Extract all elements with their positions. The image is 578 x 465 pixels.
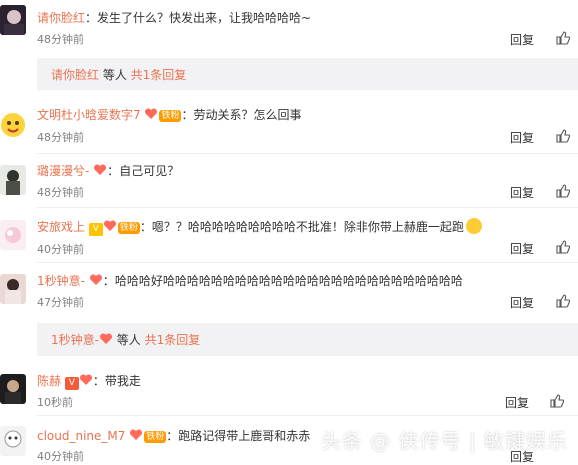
comment-text-line: 安旅戏上 V 铁粉 ：嗯？？哈哈哈哈哈哈哈哈哈不批准！除非你带上赫鹿一起跑 [37,218,482,236]
like-icon[interactable] [556,129,570,143]
comment-item: 文明杜小晗爱数字7 铁粉 ：劳动关系？怎么回事 48分钟前 回复 [0,102,578,152]
fan-heart-icon [103,220,116,231]
subreply-summary: 请你脸红 等人 共1条回复 [51,66,186,83]
timestamp: 10秒前 [37,396,73,409]
subreply-summary: 1秒钟意- 等人 共1条回复 [51,331,200,348]
fan-badge: 铁粉 [159,110,182,122]
avatar[interactable] [0,5,26,35]
vip-icon: V [88,223,103,236]
avatar[interactable] [0,110,26,140]
timestamp: 48分钟前 [37,131,84,144]
avatar[interactable] [0,220,26,250]
like-icon[interactable] [556,294,570,308]
username[interactable]: 安旅戏上 [37,220,85,234]
avatar[interactable] [0,426,26,456]
avatar[interactable] [0,274,26,304]
like-icon[interactable] [556,184,570,198]
comment-item: 璐漫漫兮- ：自己可见？ 48分钟前 回复 [0,158,578,208]
username[interactable]: 文明杜小晗爱数字7 [37,108,141,122]
comment-item: 陈赫 V ：带我走 10秒前 回复 [0,368,578,412]
vip-icon: V [64,377,79,390]
comment-text: 跑路记得带上鹿哥和赤赤 [178,429,311,443]
username[interactable]: 璐漫漫兮- [37,164,89,178]
watermark: 头条 @ 侠传号 | 敏键娱乐 [320,429,568,453]
username[interactable]: 1秒钟意- [37,274,85,288]
subreply-mid: 等人 [112,333,145,347]
avatar[interactable] [0,374,26,404]
reply-button[interactable]: 回复 [510,184,534,201]
fan-heart-icon [89,274,102,285]
comment-text: 发生了什么？快发出来，让我哈哈哈哈~ [97,11,312,25]
fan-heart-icon [79,374,92,385]
comment-item: 安旅戏上 V 铁粉 ：嗯？？哈哈哈哈哈哈哈哈哈不批准！除非你带上赫鹿一起跑 40分钟… [0,213,578,263]
fan-heart-icon [94,164,107,175]
avatar[interactable] [0,165,26,195]
subreply-username[interactable]: 1秒钟意- [51,333,99,347]
fan-badge: 铁粉 [144,431,167,443]
reply-button[interactable]: 回复 [510,294,534,311]
emoji-icon [465,218,482,234]
comment-text: 自己可见？ [119,164,180,178]
fan-badge: 铁粉 [117,222,140,234]
subreply-box[interactable]: 请你脸红 等人 共1条回复 [37,58,578,90]
comment-text: 嗯？？哈哈哈哈哈哈哈哈哈不批准！除非你带上赫鹿一起跑 [151,220,464,234]
comment-text-line: cloud_nine_M7 铁粉 ：跑路记得带上鹿哥和赤赤 [37,429,311,443]
username[interactable]: 请你脸红 [37,11,85,25]
subreply-count-link[interactable]: 共1条回复 [131,68,187,82]
comment-text-line: 文明杜小晗爱数字7 铁粉 ：劳动关系？怎么回事 [37,108,302,122]
subreply-count-link[interactable]: 共1条回复 [145,333,201,347]
username[interactable]: cloud_nine_M7 [37,429,125,443]
subreply-box[interactable]: 1秒钟意- 等人 共1条回复 [37,323,578,356]
like-icon[interactable] [556,31,570,45]
comment-text-line: 1秒钟意- ：哈哈哈好哈哈哈哈哈哈哈哈哈哈哈哈哈哈哈哈哈哈哈哈哈哈哈哈哈 [37,274,463,288]
comment-text-line: 请你脸红：发生了什么？快发出来，让我哈哈哈哈~ [37,11,312,25]
subreply-mid: 等人 [99,68,131,82]
timestamp: 47分钟前 [37,296,84,309]
timestamp: 48分钟前 [37,186,84,199]
timestamp: 48分钟前 [37,33,84,46]
timestamp: 40分钟前 [37,450,84,463]
comment-text: 带我走 [104,374,141,388]
divider [37,207,578,208]
divider [37,415,578,416]
reply-button[interactable]: 回复 [505,394,529,411]
fan-heart-icon [99,333,112,344]
comment-text: 哈哈哈好哈哈哈哈哈哈哈哈哈哈哈哈哈哈哈哈哈哈哈哈哈哈哈哈哈 [114,274,463,288]
username[interactable]: 陈赫 [37,374,61,388]
divider [37,262,578,263]
comment-item: 1秒钟意- ：哈哈哈好哈哈哈哈哈哈哈哈哈哈哈哈哈哈哈哈哈哈哈哈哈哈哈哈哈 47分… [0,267,578,317]
reply-button[interactable]: 回复 [510,240,534,257]
comment-text: 劳动关系？怎么回事 [193,108,302,122]
comment-text-line: 陈赫 V ：带我走 [37,374,141,390]
like-icon[interactable] [556,240,570,254]
comment-text-line: 璐漫漫兮- ：自己可见？ [37,164,180,178]
like-icon[interactable] [550,394,564,408]
subreply-username[interactable]: 请你脸红 [51,68,99,82]
fan-heart-icon [145,108,158,119]
timestamp: 40分钟前 [37,243,84,256]
comment-item: 请你脸红：发生了什么？快发出来，让我哈哈哈哈~ 48分钟前 回复 [0,0,578,50]
fan-heart-icon [130,429,143,440]
reply-button[interactable]: 回复 [510,31,534,48]
divider [37,153,578,154]
reply-button[interactable]: 回复 [510,129,534,146]
